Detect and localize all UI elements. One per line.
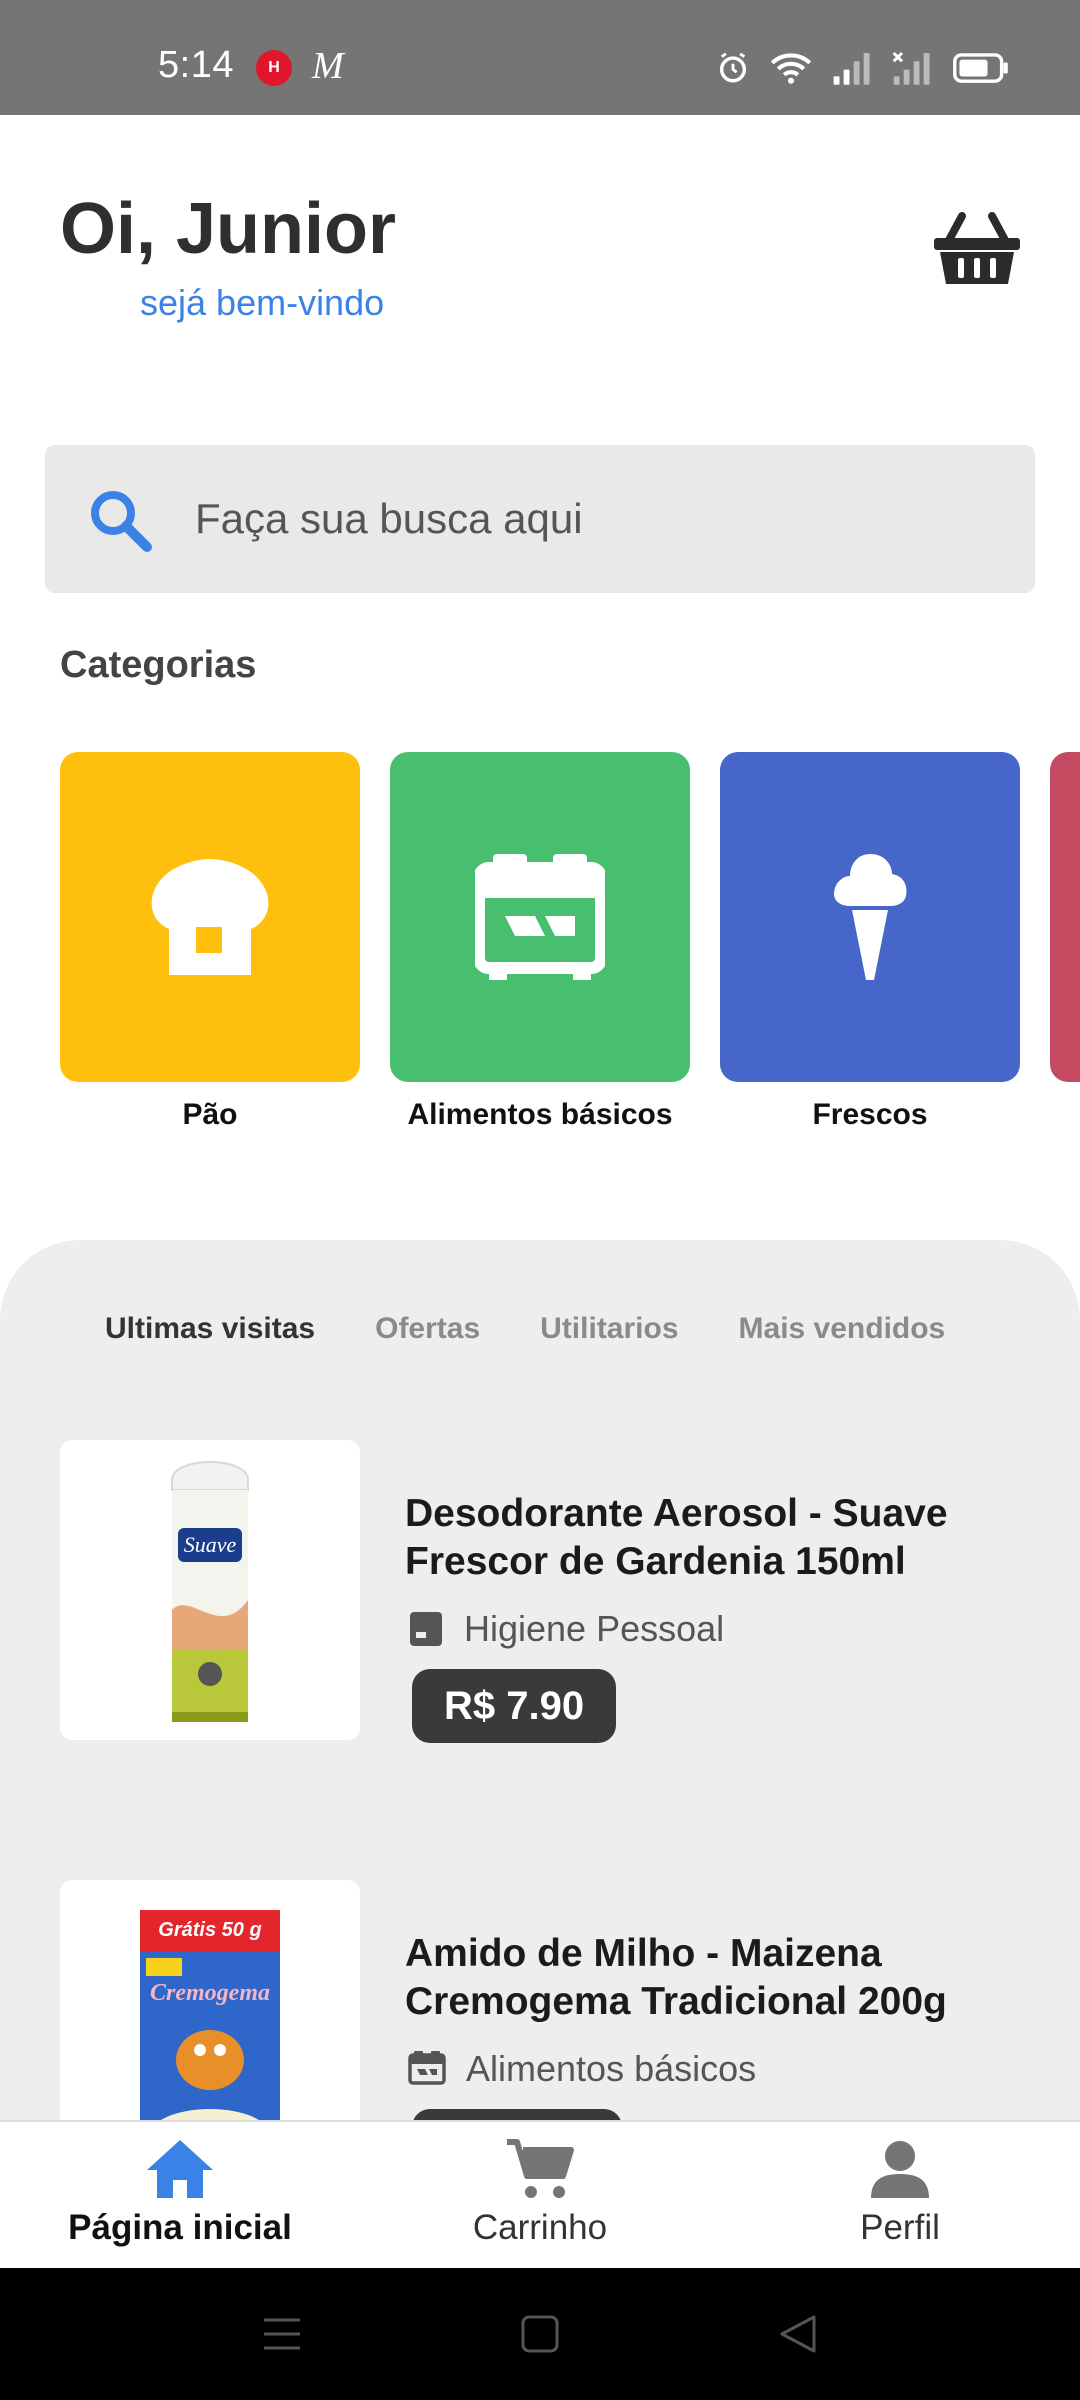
categories-title: Categorias (60, 644, 257, 686)
bread-icon (151, 859, 269, 975)
nav-label: Perfil (860, 2208, 940, 2247)
search-bar[interactable] (45, 445, 1035, 593)
app-notification-icon-2: M (312, 45, 344, 87)
products-sheet: Ultimas visitas Ofertas Utilitarios Mais… (0, 1240, 1080, 2120)
product-title[interactable]: Desodorante Aerosol - Suave Frescor de G… (405, 1490, 1005, 1586)
bottom-navigation: Página inicial Carrinho Perfil (0, 2120, 1080, 2268)
category-tile[interactable] (60, 752, 360, 1082)
tab-mais-vendidos[interactable]: Mais vendidos (739, 1312, 946, 1346)
battery-icon (953, 53, 1008, 83)
status-icons (716, 46, 1010, 90)
product-promo: Grátis 50 g (158, 1919, 261, 1941)
home-icon (147, 2140, 213, 2198)
tab-utilitarios[interactable]: Utilitarios (540, 1312, 678, 1346)
status-bar: 5:14 H M (0, 0, 1080, 115)
product-image[interactable]: Suave (60, 1440, 360, 1740)
nav-home[interactable]: Página inicial (30, 2138, 330, 2248)
product-title[interactable]: Amido de Milho - Maizena Cremogema Tradi… (405, 1930, 1005, 2026)
category-tile-partial[interactable] (1050, 752, 1080, 1082)
product-category: Alimentos básicos (408, 2048, 756, 2090)
ice-cream-icon (834, 854, 907, 980)
product-brand: Suave (184, 1532, 237, 1557)
search-input[interactable] (195, 489, 995, 549)
menu-icon[interactable] (262, 2314, 302, 2354)
category-tile[interactable] (720, 752, 1020, 1082)
signal-no-service-icon (892, 51, 930, 85)
product-card[interactable]: Suave Desodorante Aerosol - Suave Fresco… (60, 1440, 1020, 1760)
system-navigation-bar (0, 2268, 1080, 2400)
app-notification-icon: H (256, 50, 292, 86)
product-image[interactable]: Grátis 50 g Cremogema (60, 1880, 360, 2120)
deodorant-can-image: Suave (171, 1461, 249, 1722)
cornstarch-box-image: Grátis 50 g Cremogema (140, 1910, 280, 2120)
stove-icon (475, 854, 605, 980)
category-tile[interactable] (390, 752, 690, 1082)
nav-label: Carrinho (472, 2208, 608, 2247)
product-category-label: Higiene Pessoal (464, 1608, 725, 1649)
stove-icon (408, 2051, 446, 2085)
nav-profile[interactable]: Perfil (750, 2138, 1050, 2248)
person-icon (871, 2141, 929, 2198)
tab-ultimas-visitas[interactable]: Ultimas visitas (105, 1312, 315, 1346)
product-price (412, 2109, 622, 2120)
category-label: Alimentos básicos (407, 1098, 673, 1131)
category-frescos[interactable]: Frescos (720, 752, 1020, 1132)
home-square-icon[interactable] (520, 2314, 560, 2354)
signal-icon (833, 53, 870, 85)
tab-ofertas[interactable]: Ofertas (375, 1312, 480, 1346)
category-label: Pão (182, 1098, 238, 1131)
back-icon[interactable] (778, 2314, 818, 2354)
alarm-icon (719, 52, 747, 83)
basket-icon[interactable] (932, 212, 1022, 288)
product-card[interactable]: Grátis 50 g Cremogema Amido de Milho - M… (60, 1880, 1020, 2120)
greeting-title: Oi, Junior (60, 189, 397, 269)
category-pao[interactable]: Pão (60, 752, 360, 1132)
category-alimentos-basicos[interactable]: Alimentos básicos (390, 752, 690, 1132)
product-brand: Cremogema (150, 1980, 270, 2006)
category-label: Frescos (812, 1098, 928, 1131)
product-tabs: Ultimas visitas Ofertas Utilitarios Mais… (105, 1312, 945, 1346)
welcome-subtitle: sejá bem-vindo (140, 282, 385, 323)
nav-cart[interactable]: Carrinho (390, 2138, 690, 2248)
product-price: R$ 7.90 (412, 1669, 617, 1743)
search-icon[interactable] (87, 487, 153, 553)
wifi-icon (770, 53, 812, 84)
cart-icon (507, 2139, 574, 2198)
product-category: Higiene Pessoal (408, 1608, 724, 1650)
product-category-label: Alimentos básicos (466, 2048, 757, 2089)
hygiene-icon (410, 1612, 442, 1646)
nav-label: Página inicial (68, 2208, 292, 2247)
status-time: 5:14 (158, 44, 234, 86)
